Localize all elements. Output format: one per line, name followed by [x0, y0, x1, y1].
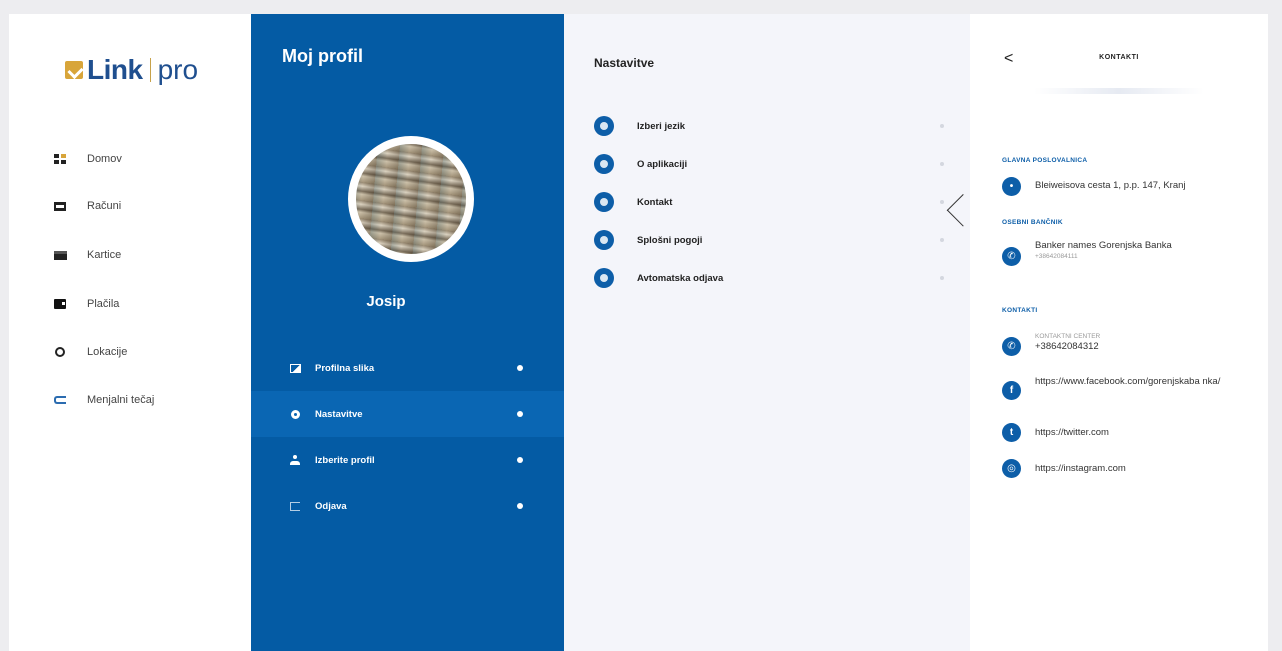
facebook-icon[interactable]: f — [1002, 381, 1021, 400]
section-label-contacts: KONTAKTI — [1002, 307, 1038, 314]
card-icon — [53, 249, 67, 261]
wallet-icon — [53, 298, 67, 310]
language-icon — [594, 116, 614, 136]
sidebar-item-menjalni-tecaj[interactable]: Menjalni tečaj — [53, 394, 154, 406]
settings-item-splosni-pogoji[interactable]: Splošni pogoji — [594, 229, 944, 251]
contact-row-facebook: f https://www.facebook.com/gorenjskaba n… — [1002, 375, 1252, 400]
image-icon — [289, 362, 301, 374]
contact-center-label: KONTAKTNI CENTER — [1035, 333, 1101, 340]
settings-item-avtomatska-odjava[interactable]: Avtomatska odjava — [594, 267, 944, 289]
contact-row-twitter: t https://twitter.com — [1002, 423, 1252, 442]
instagram-icon[interactable]: ◎ — [1002, 459, 1021, 478]
profile-menu-label: Izberite profil — [315, 454, 375, 466]
sidebar-item-kartice[interactable]: Kartice — [53, 249, 121, 261]
chevron-right-icon — [940, 200, 944, 204]
settings-item-kontakt[interactable]: Kontakt — [594, 191, 944, 213]
user-icon — [289, 454, 301, 466]
settings-panel: Nastavitve Izberi jezik O aplikaciji Kon… — [564, 14, 970, 651]
settings-item-izberi-jezik[interactable]: Izberi jezik — [594, 115, 944, 137]
logo-divider — [149, 58, 151, 82]
title-underline — [1034, 88, 1204, 94]
profile-menu-nastavitve[interactable]: Nastavitve — [251, 391, 564, 437]
address-text: Bleiweisova cesta 1, p.p. 147, Kranj — [1035, 180, 1186, 191]
settings-item-label: Splošni pogoji — [637, 234, 703, 246]
contacts-title: KONTAKTI — [1099, 54, 1139, 61]
logout-arrow-icon — [594, 268, 614, 288]
contact-row-contact-center: ✆ KONTAKTNI CENTER +38642084312 — [1002, 332, 1252, 356]
instagram-link[interactable]: https://instagram.com — [1035, 462, 1126, 475]
chevron-right-icon — [940, 124, 944, 128]
facebook-link[interactable]: https://www.facebook.com/gorenjskaba nka… — [1035, 375, 1235, 388]
bullet-icon — [517, 365, 523, 371]
profile-menu-label: Nastavitve — [315, 408, 363, 420]
app-logo[interactable]: Link pro — [65, 54, 198, 86]
banker-name: Banker names Gorenjska Banka — [1035, 240, 1172, 251]
chevron-right-icon — [940, 276, 944, 280]
phone-icon[interactable]: ✆ — [1002, 247, 1021, 266]
accounts-icon — [53, 200, 67, 212]
location-pin-icon[interactable]: • — [1002, 177, 1021, 196]
phone-icon[interactable]: ✆ — [1002, 337, 1021, 356]
section-label-main-office: GLAVNA POSLOVALNICA — [1002, 157, 1088, 164]
logout-icon — [289, 500, 301, 512]
sidebar-item-label: Plačila — [87, 298, 120, 310]
profile-panel: Moj profil Josip Profilna slika Nastavit… — [251, 14, 564, 651]
chevron-right-icon — [940, 238, 944, 242]
profile-menu-profilna-slika[interactable]: Profilna slika — [251, 345, 564, 391]
settings-item-label: Avtomatska odjava — [637, 272, 724, 284]
twitter-icon[interactable]: t — [1002, 423, 1021, 442]
settings-item-label: Izberi jezik — [637, 120, 686, 132]
mail-icon — [594, 192, 614, 212]
location-icon — [53, 346, 67, 358]
sidebar-item-label: Računi — [87, 200, 122, 212]
gear-icon — [289, 408, 301, 420]
logo-text-pro: pro — [157, 54, 199, 85]
exchange-icon — [53, 394, 67, 406]
profile-name: Josip — [366, 293, 406, 310]
sidebar-item-label: Lokacije — [87, 346, 128, 358]
profile-menu-izberite-profil[interactable]: Izberite profil — [251, 437, 564, 483]
sidebar-item-label: Menjalni tečaj — [87, 394, 155, 406]
profile-menu-label: Profilna slika — [315, 362, 375, 374]
settings-item-o-aplikaciji[interactable]: O aplikaciji — [594, 153, 944, 175]
contact-center-phone[interactable]: +38642084312 — [1035, 341, 1100, 353]
sidebar-item-domov[interactable]: Domov — [53, 153, 122, 165]
document-icon — [594, 230, 614, 250]
sidebar-item-label: Kartice — [87, 249, 122, 261]
sidebar-item-placila[interactable]: Plačila — [53, 298, 119, 310]
profile-menu-odjava[interactable]: Odjava — [251, 483, 564, 529]
bullet-icon — [517, 411, 523, 417]
section-label-banker: OSEBNI BANČNIK — [1002, 219, 1063, 226]
banker-phone[interactable]: +38642084111 — [1035, 252, 1172, 261]
contact-row-banker: ✆ Banker names Gorenjska Banka +38642084… — [1002, 240, 1252, 266]
logo-check-icon — [65, 61, 83, 79]
sidebar: Link pro Domov Računi Kartice Plačila Lo… — [9, 14, 251, 651]
profile-menu-label: Odjava — [315, 500, 347, 512]
chevron-right-icon — [940, 162, 944, 166]
info-icon — [594, 154, 614, 174]
twitter-link[interactable]: https://twitter.com — [1035, 426, 1109, 439]
settings-title: Nastavitve — [594, 56, 655, 70]
settings-item-label: Kontakt — [637, 196, 673, 208]
sidebar-item-lokacije[interactable]: Lokacije — [53, 346, 127, 358]
settings-item-label: O aplikaciji — [637, 158, 688, 170]
contacts-panel: < KONTAKTI GLAVNA POSLOVALNICA • Bleiwei… — [970, 14, 1268, 651]
contact-row-instagram: ◎ https://instagram.com — [1002, 459, 1252, 478]
avatar[interactable] — [348, 136, 474, 262]
bullet-icon — [517, 457, 523, 463]
logo-text-link: Link — [87, 54, 143, 85]
bullet-icon — [517, 503, 523, 509]
home-grid-icon — [53, 153, 67, 165]
sidebar-item-racuni[interactable]: Računi — [53, 200, 121, 212]
contact-row-address: • Bleiweisova cesta 1, p.p. 147, Kranj — [1002, 177, 1252, 196]
sidebar-item-label: Domov — [87, 153, 122, 165]
profile-title: Moj profil — [282, 46, 363, 66]
